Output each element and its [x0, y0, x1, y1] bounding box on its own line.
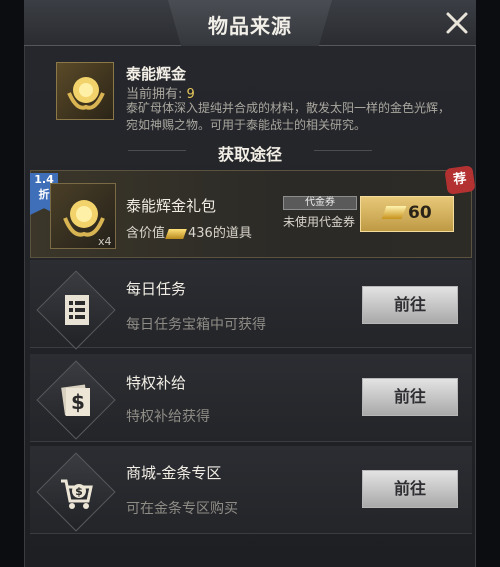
recommend-stamp: 荐: [444, 165, 476, 195]
item-name: 泰能辉金: [126, 65, 187, 83]
buy-gift-button[interactable]: [360, 196, 454, 232]
source-subtitle: 每日任务宝箱中可获得: [126, 317, 266, 333]
coupon-badge: 代金券: [283, 196, 357, 210]
item-description: 泰矿母体深入提纯并合成的材料，散发太阳一样的金色光辉，宛如神赐之物。可用于泰能战…: [126, 101, 451, 132]
gift-name: 泰能辉金礼包: [126, 197, 217, 215]
gift-price: 60: [408, 203, 432, 223]
dollar-card-icon: $: [61, 384, 90, 416]
divider-right: [314, 150, 372, 151]
source-title: 每日任务: [126, 280, 187, 298]
shopping-cart-icon: $: [61, 479, 93, 509]
goto-button[interactable]: 前往: [362, 470, 458, 508]
close-icon[interactable]: [444, 10, 470, 36]
coupon-status: 未使用代金券: [283, 215, 356, 229]
gift-quantity: x4: [98, 235, 112, 248]
document-icon: [65, 295, 89, 325]
source-title: 特权补给: [126, 374, 187, 392]
goto-button[interactable]: 前往: [362, 378, 458, 416]
svg-text:$: $: [71, 390, 85, 414]
gold-bar-icon: [165, 228, 187, 239]
page-title: 物品来源: [208, 14, 292, 38]
svg-text:$: $: [75, 485, 83, 498]
gold-flower-icon: [56, 62, 114, 120]
source-subtitle: 特权补给获得: [126, 409, 210, 425]
goto-button[interactable]: 前往: [362, 286, 458, 324]
gift-worth: 含价值 436的道具: [126, 226, 252, 241]
source-title: 商城-金条专区: [126, 464, 222, 482]
source-subtitle: 可在金条专区购买: [126, 501, 238, 517]
section-title: 获取途径: [217, 145, 282, 164]
